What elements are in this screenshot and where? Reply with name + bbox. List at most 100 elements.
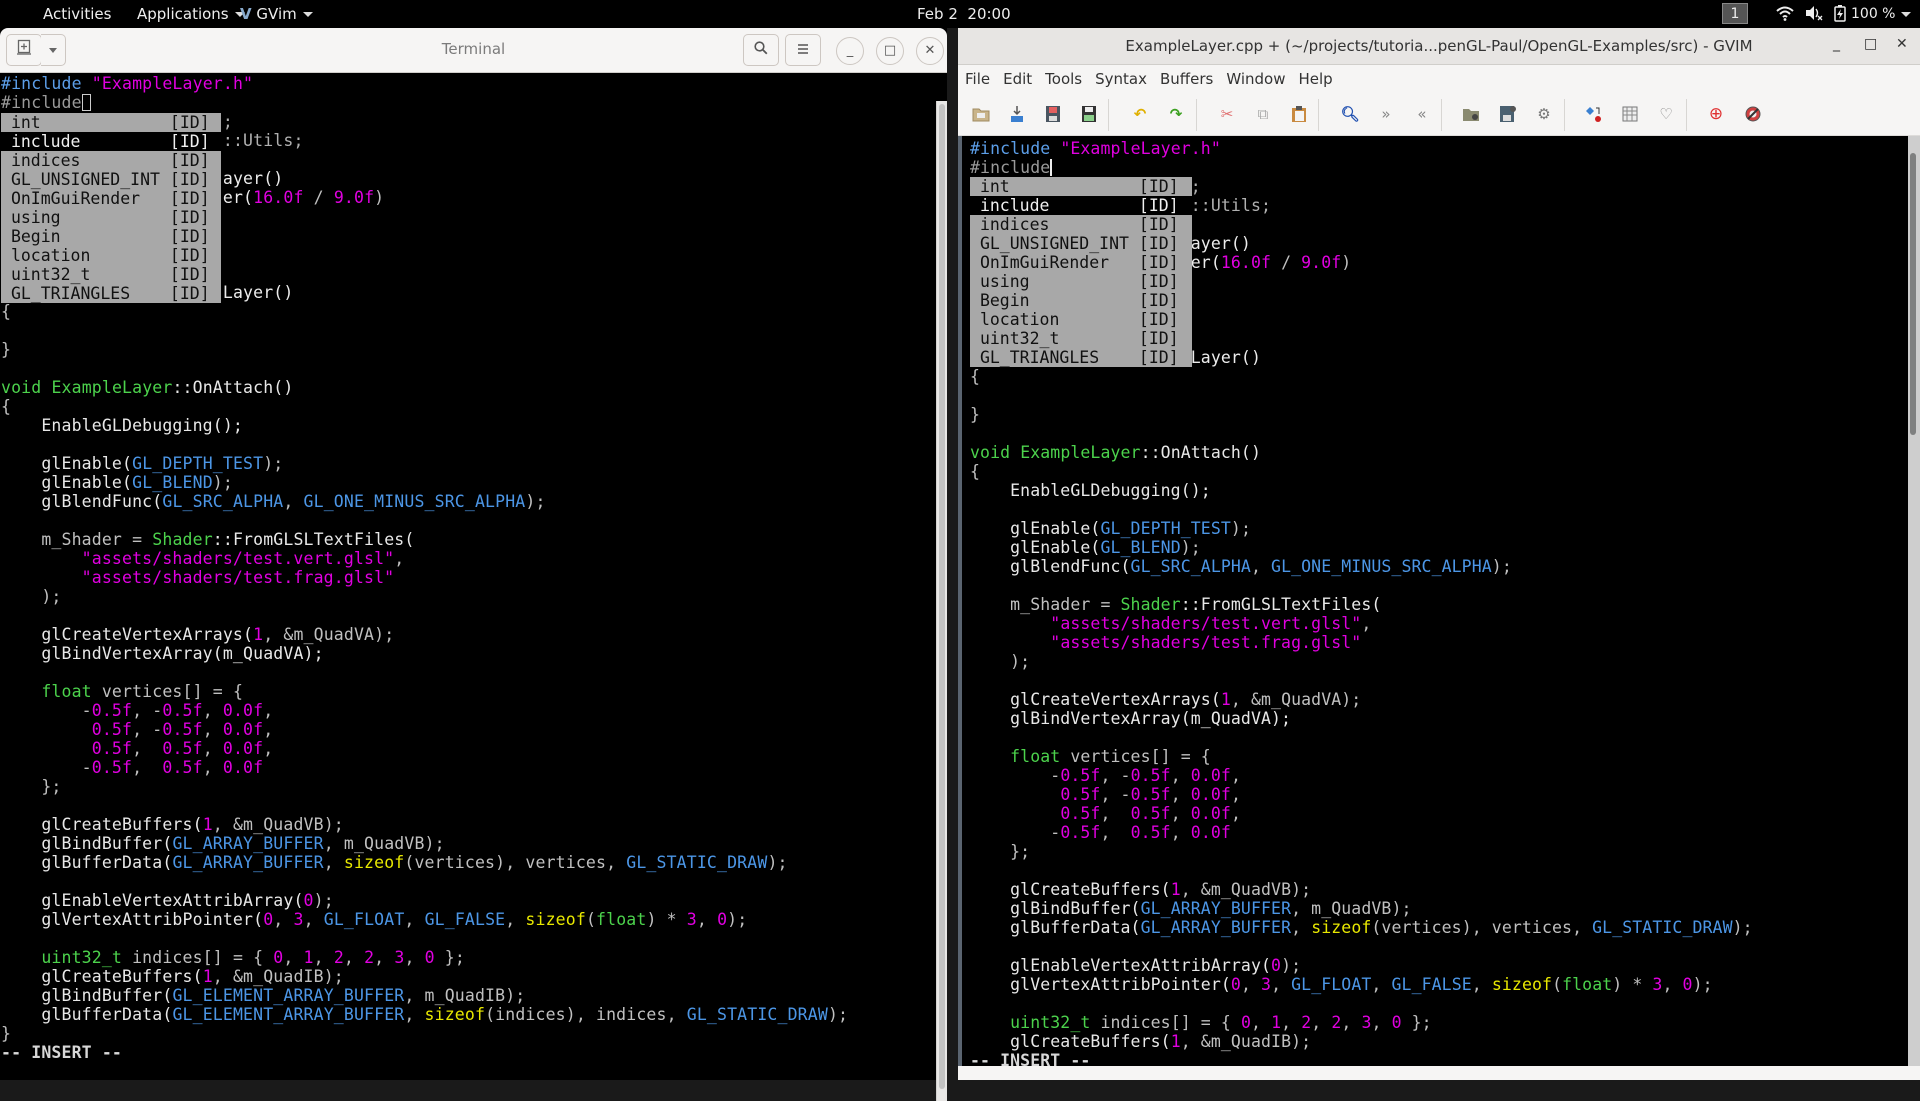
menu-button[interactable] xyxy=(785,34,821,66)
applications-menu[interactable]: Applications xyxy=(137,4,245,24)
maximize-button[interactable]: □ xyxy=(1864,36,1877,52)
gvim-window: ExampleLayer.cpp + (~/projects/tutoria..… xyxy=(958,28,1920,1080)
completion-item[interactable]: GL_TRIANGLES [ID] xyxy=(970,348,1192,367)
completion-word: include xyxy=(979,196,1139,215)
completion-kind: [ID] xyxy=(169,284,220,303)
completion-word: OnImGuiRender xyxy=(979,253,1139,272)
volume-muted-icon[interactable] xyxy=(1805,5,1823,25)
maximize-button[interactable]: □ xyxy=(876,37,904,65)
run-script-icon[interactable]: ⚙ xyxy=(1534,104,1554,124)
wifi-icon[interactable] xyxy=(1776,5,1794,25)
completion-word: GL_TRIANGLES xyxy=(979,348,1139,367)
find-help-icon[interactable] xyxy=(1743,104,1763,124)
save-all-icon[interactable] xyxy=(1079,104,1099,124)
completion-item[interactable]: OnImGuiRender [ID] xyxy=(970,253,1192,272)
minimize-button[interactable]: _ xyxy=(1833,36,1840,52)
completion-item[interactable]: using [ID] xyxy=(1,208,221,227)
completion-item[interactable]: Begin [ID] xyxy=(970,291,1192,310)
menu-syntax[interactable]: Syntax xyxy=(1088,65,1153,88)
open-icon[interactable] xyxy=(971,104,991,124)
load-session-icon[interactable] xyxy=(1461,104,1481,124)
paste-icon[interactable] xyxy=(1289,104,1309,124)
completion-item[interactable]: int [ID] xyxy=(1,113,221,132)
menu-buffers[interactable]: Buffers xyxy=(1153,65,1219,88)
completion-kind: [ID] xyxy=(169,227,220,246)
system-menu[interactable]: 100 % xyxy=(1851,4,1912,24)
undo-icon[interactable]: ↶ xyxy=(1130,104,1150,124)
terminal-content[interactable]: #include "ExampleLayer.h" #include ; ::Ut… xyxy=(0,73,930,1080)
save-as-icon[interactable] xyxy=(1007,104,1027,124)
gvim-titlebar: ExampleLayer.cpp + (~/projects/tutoria..… xyxy=(958,28,1920,65)
completion-item[interactable]: uint32_t [ID] xyxy=(1,265,221,284)
save-icon[interactable] xyxy=(1043,104,1063,124)
toolbar-separator xyxy=(1441,99,1442,131)
chevron-down-icon xyxy=(302,12,313,17)
completion-word: GL_TRIANGLES xyxy=(10,284,170,303)
completion-item[interactable]: include [ID] xyxy=(1,132,221,151)
mode-indicator: -- INSERT -- xyxy=(1,1043,123,1062)
find-prev-icon[interactable]: « xyxy=(1412,104,1432,124)
completion-item[interactable]: GL_TRIANGLES [ID] xyxy=(1,284,221,303)
completion-item[interactable]: location [ID] xyxy=(1,246,221,265)
search-button[interactable] xyxy=(743,34,779,66)
find-replace-icon[interactable]: 🔍︎ xyxy=(1340,104,1360,124)
completion-kind: [ID] xyxy=(169,265,220,284)
copy-icon[interactable]: ⧉ xyxy=(1253,104,1273,124)
shell-icon[interactable] xyxy=(1620,104,1640,124)
completion-item[interactable]: OnImGuiRender [ID] xyxy=(1,189,221,208)
menu-help[interactable]: Help xyxy=(1291,65,1338,88)
minimize-button[interactable]: _ xyxy=(836,37,864,65)
gvim-toolbar: ↶ ↷ ✂ ⧉ 🔍︎ » « ⚙ ♡ ⊕ xyxy=(958,93,1920,136)
completion-item[interactable]: Begin [ID] xyxy=(1,227,221,246)
help-icon[interactable]: ⊕ xyxy=(1706,104,1726,124)
completion-item[interactable]: include [ID] xyxy=(970,196,1192,215)
applications-label: Applications xyxy=(137,5,229,23)
completion-item[interactable]: indices [ID] xyxy=(1,151,221,170)
completion-word: indices xyxy=(10,151,170,170)
close-button[interactable]: ✕ xyxy=(916,37,944,65)
top-bar: Activities Applications V GVim Feb 2 20:… xyxy=(0,0,1920,28)
window-title: ExampleLayer.cpp + (~/projects/tutoria..… xyxy=(1125,37,1753,55)
find-next-icon[interactable]: » xyxy=(1376,104,1396,124)
close-button[interactable]: ✕ xyxy=(1896,36,1908,52)
completion-word: OnImGuiRender xyxy=(10,189,170,208)
completion-item[interactable]: GL_UNSIGNED_INT [ID] xyxy=(970,234,1192,253)
save-session-icon[interactable] xyxy=(1498,104,1518,124)
completion-kind: [ID] xyxy=(1138,329,1189,348)
gvim-scrollbar-thumb[interactable] xyxy=(1910,153,1916,435)
clock[interactable]: Feb 2 20:00 xyxy=(917,4,1011,24)
completion-item[interactable]: uint32_t [ID] xyxy=(970,329,1192,348)
menu-file[interactable]: File xyxy=(958,65,996,88)
battery-charging-icon[interactable] xyxy=(1834,5,1846,26)
completion-word: using xyxy=(10,208,170,227)
completion-word: int xyxy=(10,113,170,132)
completion-item[interactable]: int [ID] xyxy=(970,177,1192,196)
terminal-scrollbar-thumb[interactable] xyxy=(939,104,945,1089)
completion-item[interactable]: GL_UNSIGNED_INT [ID] xyxy=(1,170,221,189)
menu-window[interactable]: Window xyxy=(1219,65,1291,88)
completion-popup: int [ID] include [ID] indices [ID] GL_UN… xyxy=(970,177,1192,367)
menu-tools[interactable]: Tools xyxy=(1038,65,1088,88)
ctags-icon[interactable]: ♡ xyxy=(1656,104,1676,124)
terminal-headerbar: Terminal _ □ ✕ xyxy=(0,28,947,73)
workspace-indicator[interactable]: 1 xyxy=(1722,3,1748,24)
completion-item[interactable]: location [ID] xyxy=(970,310,1192,329)
app-menu-gvim[interactable]: V GVim xyxy=(240,4,313,24)
text-cursor xyxy=(81,94,91,111)
cut-icon[interactable]: ✂ xyxy=(1217,104,1237,124)
close-icon: ✕ xyxy=(924,43,936,58)
hamburger-menu-icon xyxy=(797,40,809,59)
menu-edit[interactable]: Edit xyxy=(996,65,1038,88)
maximize-icon: □ xyxy=(883,43,897,58)
completion-kind: [ID] xyxy=(1138,310,1189,329)
toolbar-separator xyxy=(1686,99,1687,131)
completion-word: GL_UNSIGNED_INT xyxy=(979,234,1139,253)
completion-word: uint32_t xyxy=(10,265,170,284)
completion-item[interactable]: using [ID] xyxy=(970,272,1192,291)
make-icon[interactable] xyxy=(1584,104,1604,124)
activities-button[interactable]: Activities xyxy=(43,4,111,24)
redo-icon[interactable]: ↷ xyxy=(1166,104,1186,124)
completion-kind: [ID] xyxy=(169,151,220,170)
completion-item[interactable]: indices [ID] xyxy=(970,215,1192,234)
gvim-editor[interactable]: #include "ExampleLayer.h" #include ; ::Ut… xyxy=(962,136,1908,1066)
